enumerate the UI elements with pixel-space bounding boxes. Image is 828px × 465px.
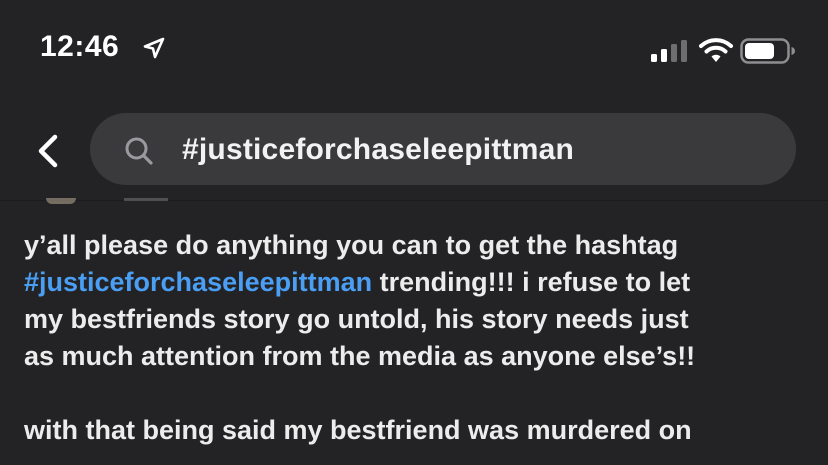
wifi-icon — [699, 38, 733, 62]
search-icon — [125, 137, 153, 165]
post-text-line: y’all please do anything you can to get … — [24, 230, 679, 260]
post-author-name[interactable] — [124, 198, 168, 201]
status-bar: 12:46 — [0, 0, 828, 100]
chevron-left-icon — [38, 134, 58, 168]
battery-icon — [740, 38, 795, 64]
status-time: 12:46 — [40, 30, 120, 63]
post-text-line: as much attention from the media as anyo… — [24, 341, 696, 371]
location-arrow-icon — [143, 37, 165, 59]
post-text-line: with that being said my bestfriend was m… — [24, 415, 692, 445]
search-input[interactable]: #justiceforchaseleepittman — [90, 113, 796, 185]
post-text-line: my bestfriends story go untold, his stor… — [24, 304, 689, 334]
post-text-segment: trending!!! i refuse to let — [372, 267, 691, 297]
search-query[interactable]: #justiceforchaseleepittman — [182, 133, 574, 167]
cellular-signal-icon — [651, 40, 687, 62]
post-body: y’all please do anything you can to get … — [24, 227, 814, 449]
post-text-line: #justiceforchaseleepittman trending!!! i… — [24, 264, 814, 301]
back-button[interactable] — [26, 129, 70, 173]
search-header: #justiceforchaseleepittman — [0, 105, 828, 201]
hashtag-link[interactable]: #justiceforchaseleepittman — [24, 267, 372, 297]
avatar[interactable] — [46, 198, 76, 204]
